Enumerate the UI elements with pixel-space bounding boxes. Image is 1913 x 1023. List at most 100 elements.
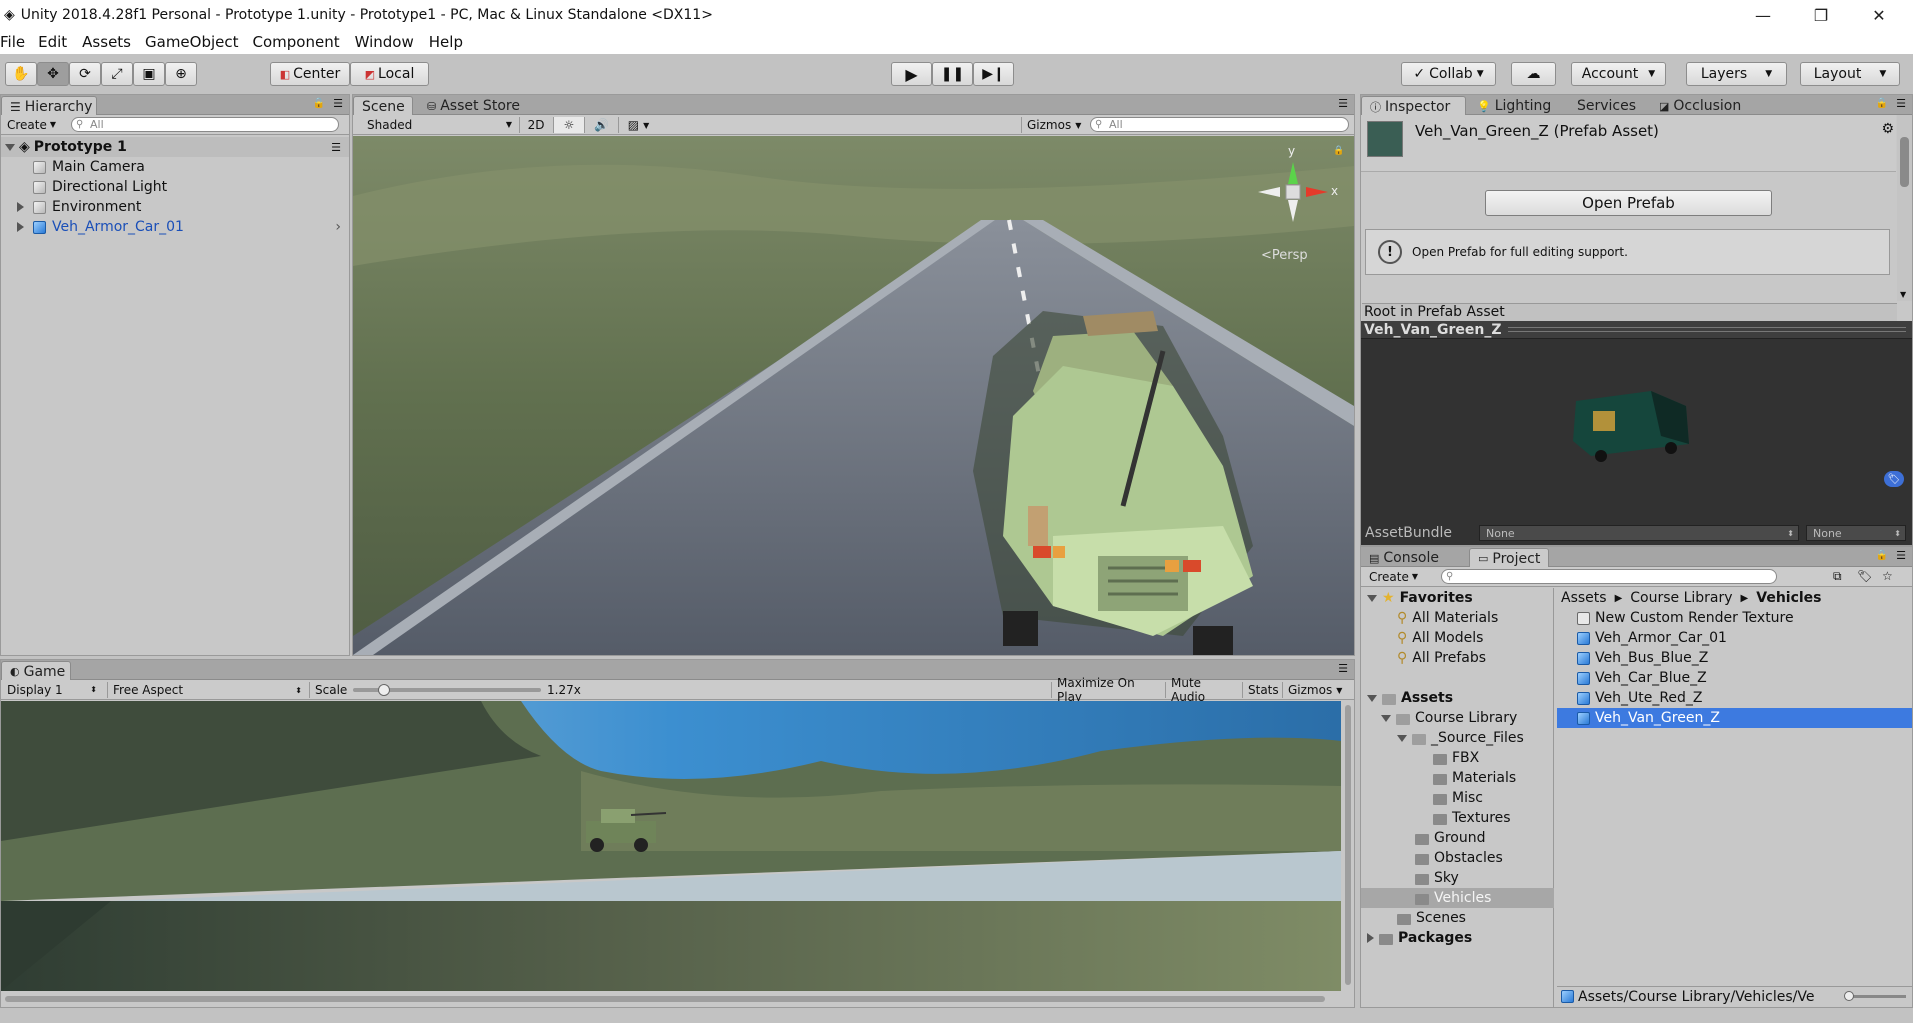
inspector-scrollbar[interactable]: ▼	[1897, 115, 1912, 301]
hand-tool-button[interactable]: ✋	[5, 62, 37, 86]
scene-orientation-gizmo[interactable]: y x	[1248, 144, 1338, 234]
expand-arrow-icon[interactable]	[17, 222, 24, 232]
stats-toggle[interactable]: Stats	[1242, 682, 1282, 698]
audio-toggle[interactable]: 🔊	[584, 117, 618, 133]
gizmos-dropdown[interactable]: Gizmos ▼	[1021, 117, 1081, 133]
tab-asset-store[interactable]: ⛁ Asset Store	[419, 96, 528, 116]
panel-menu-icon[interactable]: ☰	[1338, 662, 1348, 675]
preview-area[interactable]: Veh_Van_Green_Z 🏷 AssetBundle None ⬍ None…	[1361, 321, 1912, 545]
panel-menu-icon[interactable]: ☰	[1896, 549, 1906, 562]
layers-dropdown[interactable]: Layers ▼	[1686, 62, 1787, 86]
scene-root-row[interactable]: ◈ Prototype 1 ☰	[1, 137, 349, 157]
folder-item[interactable]: Textures	[1433, 808, 1511, 828]
account-dropdown[interactable]: Account ▼	[1571, 62, 1666, 86]
scale-control[interactable]: Scale	[309, 682, 549, 698]
tab-scene[interactable]: Scene	[353, 96, 413, 116]
display-dropdown[interactable]: Display 1 ⬍	[7, 683, 97, 697]
scroll-down-icon[interactable]: ▼	[1900, 290, 1906, 299]
expand-arrow-icon[interactable]	[1367, 594, 1377, 602]
folder-item[interactable]: FBX	[1433, 748, 1479, 768]
expand-arrow-icon[interactable]	[1367, 933, 1374, 943]
favorites-row[interactable]: ★ Favorites	[1367, 588, 1473, 608]
lighting-toggle[interactable]: ☼	[553, 117, 584, 133]
hierarchy-item[interactable]: Environment	[1, 197, 141, 217]
menu-help[interactable]: Help	[429, 33, 473, 51]
pivot-center-button[interactable]: ◧ Center	[270, 62, 350, 86]
expand-arrow-icon[interactable]	[1367, 694, 1377, 702]
collab-dropdown[interactable]: ✓ Collab ▼	[1401, 62, 1496, 86]
rotate-tool-button[interactable]: ⟳	[69, 62, 101, 86]
panel-menu-icon[interactable]: ☰	[1896, 97, 1906, 110]
tab-hierarchy[interactable]: ☰ Hierarchy	[1, 96, 97, 116]
projection-label[interactable]: <Persp	[1261, 248, 1308, 263]
scene-viewport[interactable]: y x <Persp 🔒	[353, 136, 1354, 655]
folder-item[interactable]: Obstacles	[1415, 848, 1503, 868]
file-item[interactable]: Veh_Armor_Car_01	[1577, 628, 1727, 648]
filter-type-icon[interactable]: ⧉	[1833, 569, 1842, 584]
move-tool-button[interactable]: ✥	[37, 62, 69, 86]
tab-services[interactable]: Services	[1569, 96, 1644, 116]
restore-button[interactable]: ❐	[1792, 0, 1850, 30]
slider-thumb[interactable]	[1844, 991, 1854, 1001]
menu-edit[interactable]: Edit	[38, 33, 77, 51]
lock-icon[interactable]: 🔒	[1876, 550, 1888, 561]
folder-item-selected[interactable]: Vehicles	[1361, 888, 1554, 908]
drag-handle[interactable]	[1507, 327, 1906, 332]
hierarchy-item[interactable]: Main Camera	[1, 157, 145, 177]
chevron-right-icon[interactable]: ›	[335, 219, 341, 235]
menu-assets[interactable]: Assets	[82, 33, 141, 51]
lock-icon[interactable]: 🔒	[1876, 98, 1888, 109]
rect-tool-button[interactable]: ▣	[133, 62, 165, 86]
project-create-dropdown[interactable]: Create ▼	[1369, 570, 1418, 584]
breadcrumb-item[interactable]: Vehicles	[1756, 590, 1821, 606]
effects-dropdown[interactable]: ▨ ▼	[618, 117, 658, 133]
hierarchy-item[interactable]: Veh_Armor_Car_01 ›	[1, 217, 349, 237]
game-viewport[interactable]	[1, 701, 1341, 991]
scale-tool-button[interactable]: ⤢	[101, 62, 133, 86]
tag-icon[interactable]: 🏷	[1884, 471, 1904, 487]
scale-slider[interactable]	[353, 684, 542, 696]
folder-item[interactable]: Ground	[1415, 828, 1486, 848]
hierarchy-search-input[interactable]: ⚲ All	[71, 117, 339, 132]
folder-source-files[interactable]: _Source_Files	[1397, 728, 1524, 748]
file-item-selected[interactable]: Veh_Van_Green_Z	[1557, 708, 1912, 728]
assetbundle-variant-dropdown[interactable]: None ⬍	[1806, 525, 1906, 541]
file-item[interactable]: Veh_Bus_Blue_Z	[1577, 648, 1708, 668]
file-item[interactable]: Veh_Ute_Red_Z	[1577, 688, 1703, 708]
menu-gameobject[interactable]: GameObject	[145, 33, 249, 51]
shading-dropdown[interactable]: Shaded ▼	[367, 118, 512, 132]
folder-course-library[interactable]: Course Library	[1381, 708, 1517, 728]
file-item[interactable]: New Custom Render Texture	[1577, 608, 1794, 628]
scrollbar-thumb[interactable]	[1345, 705, 1351, 985]
folder-item[interactable]: Misc	[1433, 788, 1483, 808]
cloud-button[interactable]: ☁	[1511, 62, 1556, 86]
folder-assets[interactable]: Assets	[1367, 688, 1453, 708]
expand-arrow-icon[interactable]	[5, 143, 15, 151]
aspect-dropdown[interactable]: Free Aspect ⬍	[107, 682, 307, 698]
expand-arrow-icon[interactable]	[1381, 714, 1391, 722]
project-search-input[interactable]: ⚲	[1441, 569, 1777, 584]
mute-audio-toggle[interactable]: Mute Audio	[1165, 676, 1242, 704]
game-gizmos-dropdown[interactable]: Gizmos ▼	[1282, 682, 1354, 698]
scrollbar-thumb[interactable]	[1900, 137, 1909, 187]
pivot-local-button[interactable]: ◩ Local	[350, 62, 429, 86]
folder-scenes[interactable]: Scenes	[1397, 908, 1466, 928]
panel-menu-icon[interactable]: ☰	[1338, 97, 1348, 110]
play-button[interactable]: ▶	[891, 62, 932, 86]
assetbundle-dropdown[interactable]: None ⬍	[1479, 525, 1799, 541]
panel-menu-icon[interactable]: ☰	[333, 97, 343, 110]
expand-arrow-icon[interactable]	[17, 202, 24, 212]
tab-inspector[interactable]: ⓘ Inspector	[1361, 96, 1466, 116]
tab-project[interactable]: ▭ Project	[1469, 548, 1550, 568]
tab-occlusion[interactable]: ◪ Occlusion	[1651, 96, 1749, 116]
breadcrumb-item[interactable]: Course Library	[1630, 590, 1732, 606]
minimize-button[interactable]: —	[1734, 0, 1792, 30]
menu-component[interactable]: Component	[253, 33, 350, 51]
maximize-on-play-toggle[interactable]: Maximize On Play	[1051, 676, 1165, 704]
game-horizontal-scrollbar[interactable]	[1, 993, 1341, 1005]
close-button[interactable]: ✕	[1850, 0, 1908, 30]
transform-tool-button[interactable]: ⊕	[165, 62, 197, 86]
open-prefab-button[interactable]: Open Prefab	[1485, 190, 1772, 216]
favorite-item[interactable]: ⚲ All Models	[1397, 628, 1483, 648]
tab-console[interactable]: ▤ Console	[1361, 548, 1447, 568]
